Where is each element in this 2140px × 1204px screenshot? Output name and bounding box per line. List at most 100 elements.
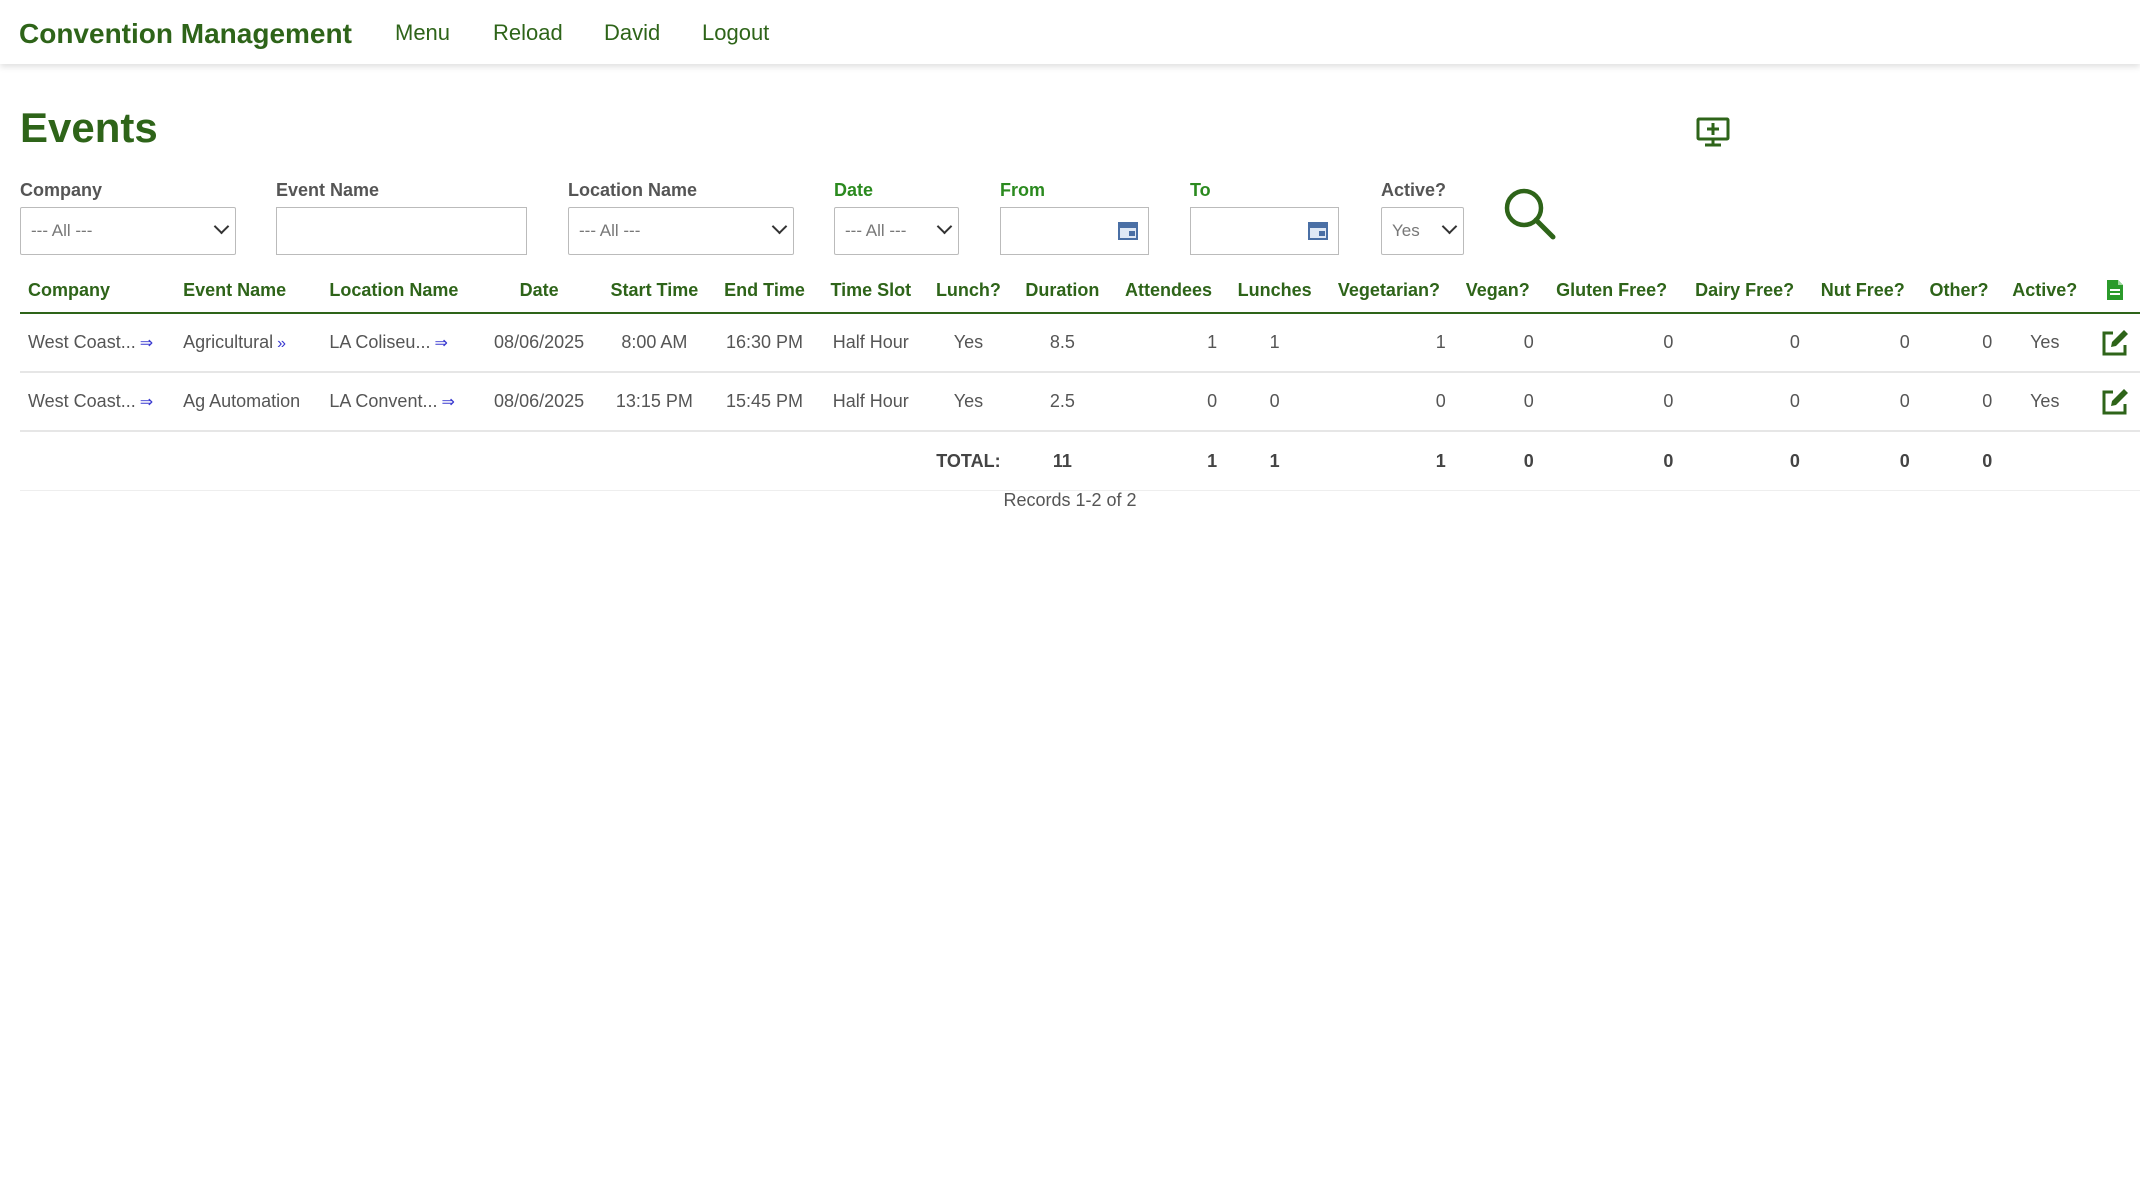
active-select-value: Yes	[1392, 221, 1420, 240]
nav-reload-link[interactable]: Reload	[493, 20, 563, 46]
cell-start-time: 13:15 PM	[597, 372, 712, 432]
cell-gluten-free: 0	[1541, 372, 1682, 432]
header-date[interactable]: Date	[480, 268, 598, 314]
cell-vegan: 0	[1453, 372, 1542, 432]
nav-logout-link[interactable]: Logout	[702, 20, 769, 46]
cell-time-slot: Half Hour	[817, 313, 924, 373]
header-start-time[interactable]: Start Time	[597, 268, 712, 314]
cell-vegetarian: 1	[1324, 313, 1454, 373]
calendar-icon[interactable]	[1118, 222, 1138, 240]
right-arrow-icon[interactable]: ⇒	[140, 394, 153, 411]
header-active[interactable]: Active?	[2000, 268, 2090, 314]
cell-event-name: Agricultural»	[175, 313, 322, 373]
total-other: 0	[1917, 431, 2001, 491]
cell-nut-free: 0	[1807, 313, 1918, 373]
document-icon[interactable]	[2106, 279, 2124, 301]
total-lunches: 1	[1225, 431, 1325, 491]
header-lunch[interactable]: Lunch?	[923, 268, 1013, 314]
chevron-down-icon	[936, 218, 953, 235]
header-vegan[interactable]: Vegan?	[1453, 268, 1542, 314]
table-row: West Coast... ⇒ Agricultural» LA Coliseu.…	[20, 313, 2140, 373]
location-name-select[interactable]: --- All ---	[568, 207, 794, 255]
records-count: Records 1-2 of 2	[1003, 490, 1137, 510]
header-end-time[interactable]: End Time	[711, 268, 818, 314]
right-arrow-icon[interactable]: ⇒	[441, 394, 454, 411]
total-gluten-free: 0	[1541, 431, 1682, 491]
event-name-input[interactable]	[276, 207, 527, 255]
page-title: Events	[20, 104, 158, 151]
cell-start-time: 8:00 AM	[597, 313, 712, 373]
active-filter-label: Active?	[1381, 180, 1447, 200]
company-filter-label: Company	[20, 180, 103, 200]
header-nut-free[interactable]: Nut Free?	[1807, 268, 1918, 314]
top-navbar: Convention Management Menu Reload David …	[0, 0, 2140, 64]
header-company[interactable]: Company	[20, 268, 176, 314]
total-vegan: 0	[1453, 431, 1542, 491]
header-lunches[interactable]: Lunches	[1225, 268, 1325, 314]
right-arrow-icon[interactable]: ⇒	[140, 335, 153, 352]
from-filter-label: From	[1000, 180, 1045, 200]
calendar-icon[interactable]	[1308, 222, 1328, 240]
total-nut-free: 0	[1807, 431, 1918, 491]
cell-edit	[2089, 313, 2140, 373]
header-export	[2089, 268, 2140, 314]
total-vegetarian: 1	[1324, 431, 1454, 491]
header-time-slot[interactable]: Time Slot	[817, 268, 924, 314]
header-gluten-free[interactable]: Gluten Free?	[1541, 268, 1682, 314]
double-chevron-icon[interactable]: »	[277, 335, 286, 352]
cell-other: 0	[1917, 313, 2001, 373]
total-row: TOTAL: 11 1 1 1 0 0 0 0 0	[20, 431, 2140, 491]
nav-menu-link[interactable]: Menu	[395, 20, 450, 46]
total-spacer	[20, 431, 924, 491]
to-date-input[interactable]	[1190, 207, 1339, 255]
cell-gluten-free: 0	[1541, 313, 1682, 373]
total-dairy-free: 0	[1681, 431, 1808, 491]
cell-lunches: 0	[1225, 372, 1325, 432]
table-row: West Coast... ⇒ Ag Automation LA Convent.…	[20, 372, 2140, 432]
header-duration[interactable]: Duration	[1012, 268, 1112, 314]
to-filter-label: To	[1190, 180, 1211, 200]
total-attendees: 1	[1111, 431, 1226, 491]
header-attendees[interactable]: Attendees	[1111, 268, 1226, 314]
active-select[interactable]: Yes	[1381, 207, 1464, 255]
header-other[interactable]: Other?	[1917, 268, 2001, 314]
cell-company: West Coast... ⇒	[20, 372, 176, 432]
right-arrow-icon[interactable]: ⇒	[434, 335, 447, 352]
cell-edit	[2089, 372, 2140, 432]
cell-attendees: 1	[1111, 313, 1226, 373]
cell-duration: 2.5	[1012, 372, 1112, 432]
location-link[interactable]: LA Convent...	[329, 391, 437, 411]
cell-date: 08/06/2025	[480, 372, 598, 432]
cell-other: 0	[1917, 372, 2001, 432]
header-dairy-free[interactable]: Dairy Free?	[1681, 268, 1808, 314]
chevron-down-icon	[213, 218, 230, 235]
cell-end-time: 16:30 PM	[711, 313, 818, 373]
edit-icon[interactable]	[2100, 387, 2130, 417]
add-screen-icon[interactable]	[1696, 117, 1730, 147]
header-event-name[interactable]: Event Name	[175, 268, 322, 314]
company-select[interactable]: --- All ---	[20, 207, 236, 255]
total-empty-active	[2000, 431, 2090, 491]
nav-user-link[interactable]: David	[604, 20, 660, 46]
app-title[interactable]: Convention Management	[19, 18, 352, 50]
search-icon[interactable]	[1502, 186, 1556, 240]
cell-end-time: 15:45 PM	[711, 372, 818, 432]
cell-active: Yes	[2000, 313, 2090, 373]
date-select[interactable]: --- All ---	[834, 207, 959, 255]
from-date-input[interactable]	[1000, 207, 1149, 255]
company-link[interactable]: West Coast...	[28, 332, 136, 352]
event-name-filter-label: Event Name	[276, 180, 380, 200]
location-link[interactable]: LA Coliseu...	[329, 332, 430, 352]
cell-lunch: Yes	[923, 313, 1013, 373]
header-location-name[interactable]: Location Name	[321, 268, 481, 314]
event-name-link[interactable]: Agricultural	[183, 332, 273, 352]
cell-time-slot: Half Hour	[817, 372, 924, 432]
location-name-filter-label: Location Name	[568, 180, 698, 200]
header-vegetarian[interactable]: Vegetarian?	[1324, 268, 1454, 314]
edit-icon[interactable]	[2100, 328, 2130, 358]
cell-lunch: Yes	[923, 372, 1013, 432]
cell-attendees: 0	[1111, 372, 1226, 432]
location-select-value: --- All ---	[579, 221, 641, 240]
company-link[interactable]: West Coast...	[28, 391, 136, 411]
table-header-row: Company Event Name Location Name Date St…	[20, 268, 2140, 314]
